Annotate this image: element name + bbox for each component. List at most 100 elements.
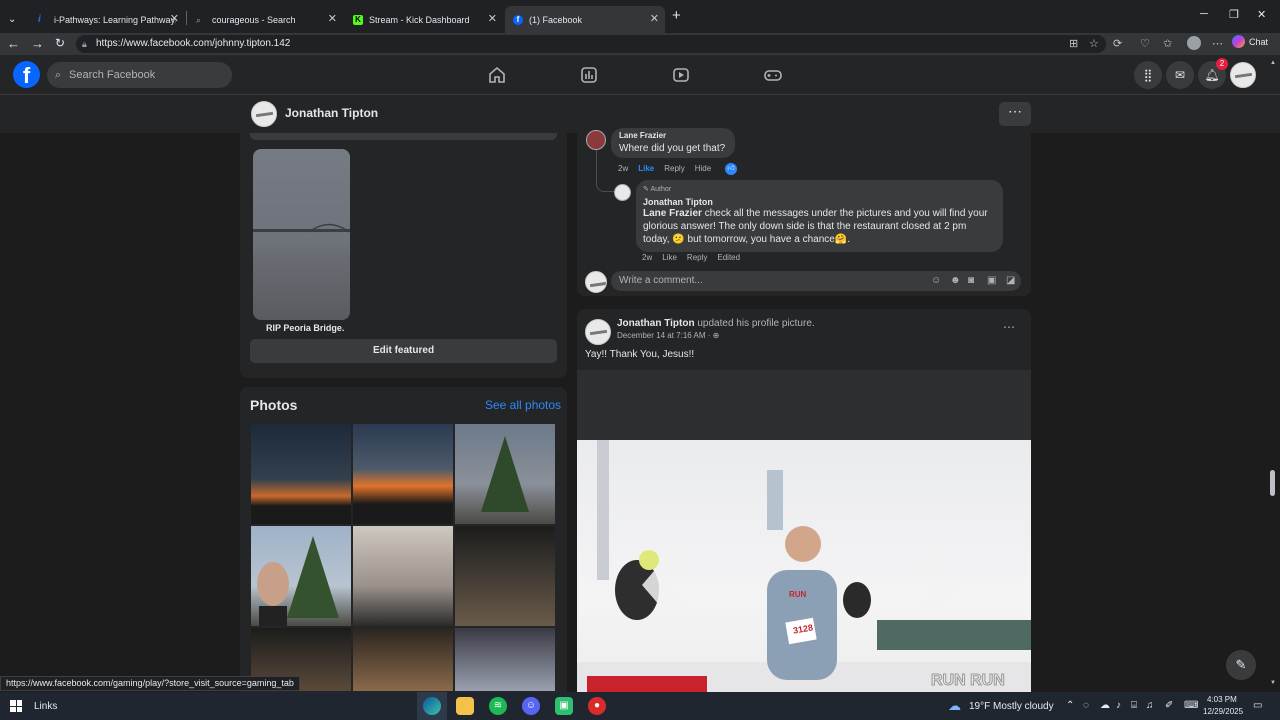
camera-icon[interactable]: ◙ — [968, 275, 974, 286]
edit-featured-button[interactable]: Edit featured — [250, 339, 557, 363]
close-icon[interactable]: ✕ — [650, 12, 659, 25]
favorites-icon[interactable]: ✩ — [1163, 37, 1172, 50]
file-explorer-icon[interactable] — [456, 697, 474, 715]
url-field[interactable]: 🔒︎ https://www.facebook.com/johnny.tipto… — [76, 35, 1106, 53]
photo-thumbnail[interactable] — [251, 526, 351, 626]
post-more-icon[interactable]: ⋯ — [1003, 320, 1015, 334]
tab-ipathways[interactable]: i i-Pathways: Learning Pathways in A ✕ — [30, 6, 185, 33]
like-button[interactable]: Like — [662, 253, 677, 262]
post-photo[interactable]: 3128 RUN RUN RUN — [577, 440, 1031, 704]
photo-thumbnail[interactable] — [353, 628, 453, 691]
close-window-icon[interactable]: ✕ — [1257, 8, 1266, 21]
profile-avatar[interactable] — [251, 101, 277, 132]
onedrive-icon[interactable]: ☁ — [1100, 700, 1110, 711]
new-message-icon[interactable]: ✎ — [1226, 650, 1256, 680]
tab-list-button[interactable]: ⌄ — [0, 6, 30, 33]
scroll-down-icon[interactable]: ▼ — [1270, 680, 1276, 686]
new-tab-icon[interactable]: + — [672, 7, 681, 24]
photo-thumbnail[interactable] — [455, 628, 555, 691]
tab-facebook[interactable]: f (1) Facebook ✕ — [505, 6, 665, 33]
edge-icon[interactable] — [423, 697, 441, 715]
microphone-icon[interactable]: ♪ — [1116, 700, 1121, 711]
watch-icon[interactable] — [672, 66, 690, 84]
extensions-icon[interactable]: ⟳ — [1113, 37, 1122, 50]
notification-center-icon[interactable]: ▭ — [1253, 700, 1262, 711]
emoji-icon[interactable]: ☻ — [950, 275, 961, 286]
messenger-icon[interactable]: ✉ — [1166, 61, 1194, 89]
close-icon[interactable]: ✕ — [328, 12, 337, 25]
show-hidden-icons-icon[interactable]: ⌃ — [1066, 700, 1074, 711]
gaming-icon[interactable] — [764, 66, 782, 84]
tab-courageous-search[interactable]: ⌕ courageous - Search ✕ — [188, 6, 343, 33]
reply-avatar[interactable] — [614, 184, 631, 201]
tab-kick-dashboard[interactable]: K Stream - Kick Dashboard ✕ — [345, 6, 503, 33]
photo-thumbnail[interactable] — [455, 424, 555, 524]
post-author[interactable]: Jonathan Tipton — [617, 318, 695, 329]
account-avatar[interactable] — [1230, 62, 1256, 93]
browser-essentials-icon[interactable]: ♡ — [1140, 37, 1150, 50]
reply-author[interactable]: Jonathan Tipton — [643, 197, 713, 207]
windows-start-icon[interactable] — [10, 700, 22, 712]
see-all-photos-link[interactable]: See all photos — [485, 398, 561, 412]
post-author-avatar[interactable] — [585, 319, 611, 350]
back-icon[interactable]: ← — [7, 36, 20, 51]
discord-icon[interactable]: ☺ — [522, 697, 540, 715]
comment-time[interactable]: 2w — [618, 164, 628, 173]
links-toolbar[interactable]: Links — [34, 701, 57, 712]
photo-thumbnail[interactable] — [353, 424, 453, 524]
more-menu-icon[interactable]: ⋯ — [1212, 37, 1223, 50]
hide-button[interactable]: Hide — [695, 164, 711, 173]
marketplace-icon[interactable] — [580, 66, 598, 84]
network-icon[interactable]: ⌸ — [1131, 700, 1137, 711]
split-screen-icon[interactable]: ⊞ — [1069, 37, 1078, 50]
mention-link[interactable]: Lane Frazier — [643, 208, 702, 219]
forward-icon[interactable]: → — [31, 36, 44, 51]
app-icon[interactable]: ▣ — [555, 697, 573, 715]
scroll-up-icon[interactable]: ▲ — [1270, 60, 1276, 66]
reply-button[interactable]: Reply — [687, 253, 707, 262]
reply-button[interactable]: Reply — [664, 164, 684, 173]
weather-icon[interactable]: ☁ — [948, 698, 961, 714]
weather-desc[interactable]: Mostly cloudy — [993, 701, 1054, 712]
maximize-icon[interactable]: ❐ — [1229, 8, 1239, 21]
close-icon[interactable]: ✕ — [488, 12, 497, 25]
like-button[interactable]: Like — [638, 164, 654, 173]
favorite-star-icon[interactable]: ☆ — [1089, 37, 1099, 50]
refresh-icon[interactable]: ↻ — [55, 36, 65, 50]
clock-time[interactable]: 4:03 PM — [1207, 695, 1237, 704]
streaming-app-icon[interactable]: ● — [588, 697, 606, 715]
reply-text-line2: glorious answer! The only down side is t… — [643, 221, 967, 232]
clock-date[interactable]: 12/29/2025 — [1203, 707, 1243, 716]
profile-more-button[interactable]: ⋯ — [999, 102, 1031, 126]
featured-photo[interactable] — [253, 149, 350, 320]
page-scrollbar[interactable] — [1270, 470, 1275, 496]
copilot-icon — [1232, 35, 1245, 48]
minimize-icon[interactable]: ─ — [1200, 8, 1208, 20]
profile-name[interactable]: Jonathan Tipton — [285, 106, 378, 120]
facebook-logo[interactable]: f — [13, 61, 40, 88]
photo-thumbnail[interactable] — [251, 424, 351, 524]
copilot-chat-button[interactable]: Chat — [1232, 35, 1268, 48]
globe-icon: ⊕ — [712, 331, 720, 340]
comment-author[interactable]: Lane Frazier — [619, 131, 666, 140]
spotify-icon[interactable]: ≋ — [489, 697, 507, 715]
home-icon[interactable] — [488, 66, 506, 84]
photo-thumbnail[interactable] — [455, 526, 555, 626]
avatar-sticker-icon[interactable]: ☺ — [931, 275, 941, 286]
tray-app-icon[interactable]: ◌ — [1083, 700, 1089, 711]
reply-time[interactable]: 2w — [642, 253, 652, 262]
volume-icon[interactable]: ♫ — [1146, 700, 1154, 711]
gif-icon[interactable]: ▣ — [987, 275, 996, 286]
commenter-avatar[interactable] — [586, 130, 606, 150]
photo-thumbnail[interactable] — [353, 526, 453, 626]
weather-temp[interactable]: 19°F — [969, 701, 990, 712]
sticker-icon[interactable]: ◪ — [1006, 275, 1015, 286]
close-icon[interactable]: ✕ — [170, 12, 179, 25]
menu-grid-icon[interactable]: ⣿ — [1134, 61, 1162, 89]
profile-avatar-icon[interactable] — [1187, 36, 1201, 50]
post-date[interactable]: December 14 at 7:16 AM · ⊕ — [617, 331, 719, 340]
keyboard-icon[interactable]: ⌨ — [1184, 700, 1198, 711]
facebook-search-input[interactable]: ⌕ Search Facebook — [47, 62, 232, 88]
facebook-header: f ⌕ Search Facebook ⣿ ✉ 🔔︎ — [0, 55, 1280, 95]
pen-icon[interactable]: ✐ — [1165, 700, 1173, 711]
